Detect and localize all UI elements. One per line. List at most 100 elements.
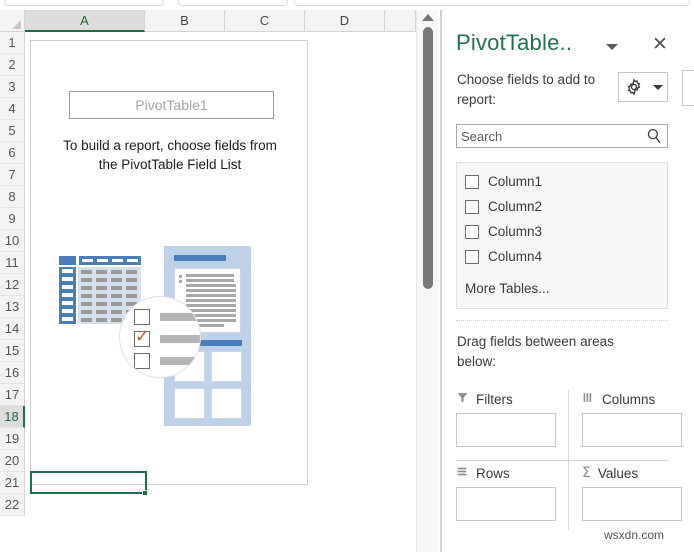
row-header-12[interactable]: 12 (0, 274, 25, 296)
grid-cells-canvas[interactable]: PivotTable1 To build a report, choose fi… (25, 32, 411, 552)
select-all-corner[interactable] (0, 10, 25, 32)
pivottable-name-box: PivotTable1 (69, 91, 274, 119)
field-checkbox-column2[interactable] (465, 200, 479, 214)
zone-filters-label: Filters (476, 392, 513, 407)
sigma-icon: Σ (582, 465, 591, 481)
search-input[interactable] (461, 125, 639, 147)
zone-values-dropzone[interactable] (582, 487, 682, 521)
field-checkbox-column4[interactable] (465, 250, 479, 264)
row-header-10[interactable]: 10 (0, 230, 25, 252)
field-item-column4[interactable]: Column4 (457, 244, 669, 269)
row-header-20[interactable]: 20 (0, 450, 25, 472)
selected-cell-a18[interactable] (30, 471, 147, 494)
row-header-21[interactable]: 21 (0, 472, 25, 494)
row-header-18[interactable]: 18 (0, 406, 25, 428)
lens-checkbox-1 (134, 309, 150, 325)
field-label-column4: Column4 (488, 249, 542, 264)
ribbon-remnant-strip (0, 0, 694, 10)
select-all-triangle-icon (12, 20, 21, 29)
fill-handle[interactable] (142, 490, 148, 496)
pivottable-hint-text: To build a report, choose fields from th… (33, 136, 307, 174)
table-header-bar (79, 256, 141, 265)
pane-right-edge-control[interactable] (682, 70, 694, 106)
pane-tools-button[interactable] (618, 72, 668, 102)
row-header-3[interactable]: 3 (0, 76, 25, 98)
worksheet-area: A B C D 1 2 3 4 5 6 7 8 9 10 11 12 13 14… (0, 10, 441, 552)
row-header-22[interactable]: 22 (0, 494, 25, 516)
ribbon-chip-left[interactable] (4, 0, 164, 6)
row-header-17[interactable]: 17 (0, 384, 25, 406)
more-tables-link[interactable]: More Tables... (465, 281, 550, 296)
zone-columns-header: Columns (582, 390, 682, 408)
scroll-up-arrow-icon[interactable] (422, 14, 434, 21)
zone-values-header: Σ Values (582, 464, 682, 482)
ribbon-chip-right[interactable] (294, 0, 690, 6)
column-header-d[interactable]: D (305, 10, 385, 32)
report-tile-4 (211, 388, 242, 419)
column-header-c[interactable]: C (225, 10, 305, 32)
report-tile-2 (211, 351, 242, 382)
zone-rows[interactable]: Rows (456, 464, 556, 521)
drag-fields-label: Drag fields between areas below: (457, 332, 647, 372)
column-header-b[interactable]: B (145, 10, 225, 32)
filter-icon (456, 391, 469, 407)
zone-rows-label: Rows (476, 466, 510, 481)
zone-rows-header: Rows (456, 464, 556, 482)
fields-list[interactable]: Column1 Column2 Column3 Column4 More Tab… (456, 162, 668, 309)
field-label-column2: Column2 (488, 199, 542, 214)
magnifier-lens-icon: ✓ (119, 296, 201, 378)
lens-checkmark-icon: ✓ (135, 331, 149, 344)
lens-field-bar-1 (160, 313, 200, 321)
pivottable-illustration: ✓ (59, 246, 284, 426)
row-header-6[interactable]: 6 (0, 142, 25, 164)
column-header-e-partial[interactable] (385, 10, 416, 32)
row-header-5[interactable]: 5 (0, 120, 25, 142)
field-item-column2[interactable]: Column2 (457, 194, 669, 219)
row-header-2[interactable]: 2 (0, 54, 25, 76)
pivottable-placeholder-region[interactable]: PivotTable1 To build a report, choose fi… (30, 40, 308, 485)
zone-columns-dropzone[interactable] (582, 413, 682, 447)
choose-fields-label: Choose fields to add to report: (457, 70, 607, 110)
lens-field-bar-2 (160, 335, 201, 343)
search-field[interactable] (456, 124, 668, 148)
pane-title: PivotTable.. (456, 30, 572, 56)
lens-checkbox-3 (134, 353, 150, 369)
ribbon-chip-mid[interactable] (178, 0, 288, 6)
field-item-column1[interactable]: Column1 (457, 169, 669, 194)
lens-field-bar-3 (160, 357, 201, 365)
row-header-11[interactable]: 11 (0, 252, 25, 274)
row-header-1[interactable]: 1 (0, 32, 25, 54)
row-header-16[interactable]: 16 (0, 362, 25, 384)
report-title-bar (174, 255, 226, 261)
sheet-vertical-scrollbar[interactable] (416, 10, 438, 552)
row-header-4[interactable]: 4 (0, 98, 25, 120)
row-header-19[interactable]: 19 (0, 428, 25, 450)
pivottable-hint-line2: the PivotTable Field List (33, 155, 307, 174)
row-header-15[interactable]: 15 (0, 340, 25, 362)
field-checkbox-column3[interactable] (465, 225, 479, 239)
zone-filters-dropzone[interactable] (456, 413, 556, 447)
column-header-a[interactable]: A (25, 10, 145, 32)
row-header-9[interactable]: 9 (0, 208, 25, 230)
excel-pivottable-window: A B C D 1 2 3 4 5 6 7 8 9 10 11 12 13 14… (0, 0, 694, 552)
field-checkbox-column1[interactable] (465, 175, 479, 189)
zone-filters-header: Filters (456, 390, 556, 408)
close-icon[interactable]: ✕ (648, 32, 672, 56)
row-header-13[interactable]: 13 (0, 296, 25, 318)
scroll-thumb[interactable] (423, 27, 433, 289)
zone-columns[interactable]: Columns (582, 390, 682, 447)
report-tile-3 (174, 388, 205, 419)
pane-divider (456, 320, 668, 321)
gear-icon (624, 77, 644, 102)
pivottable-hint-line1: To build a report, choose fields from (33, 136, 307, 155)
chevron-down-icon[interactable] (606, 44, 618, 50)
zone-columns-label: Columns (602, 392, 655, 407)
row-header-14[interactable]: 14 (0, 318, 25, 340)
field-label-column3: Column3 (488, 224, 542, 239)
field-item-column3[interactable]: Column3 (457, 219, 669, 244)
row-header-7[interactable]: 7 (0, 164, 25, 186)
zone-values[interactable]: Σ Values (582, 464, 682, 521)
zone-rows-dropzone[interactable] (456, 487, 556, 521)
row-header-8[interactable]: 8 (0, 186, 25, 208)
zone-filters[interactable]: Filters (456, 390, 556, 447)
